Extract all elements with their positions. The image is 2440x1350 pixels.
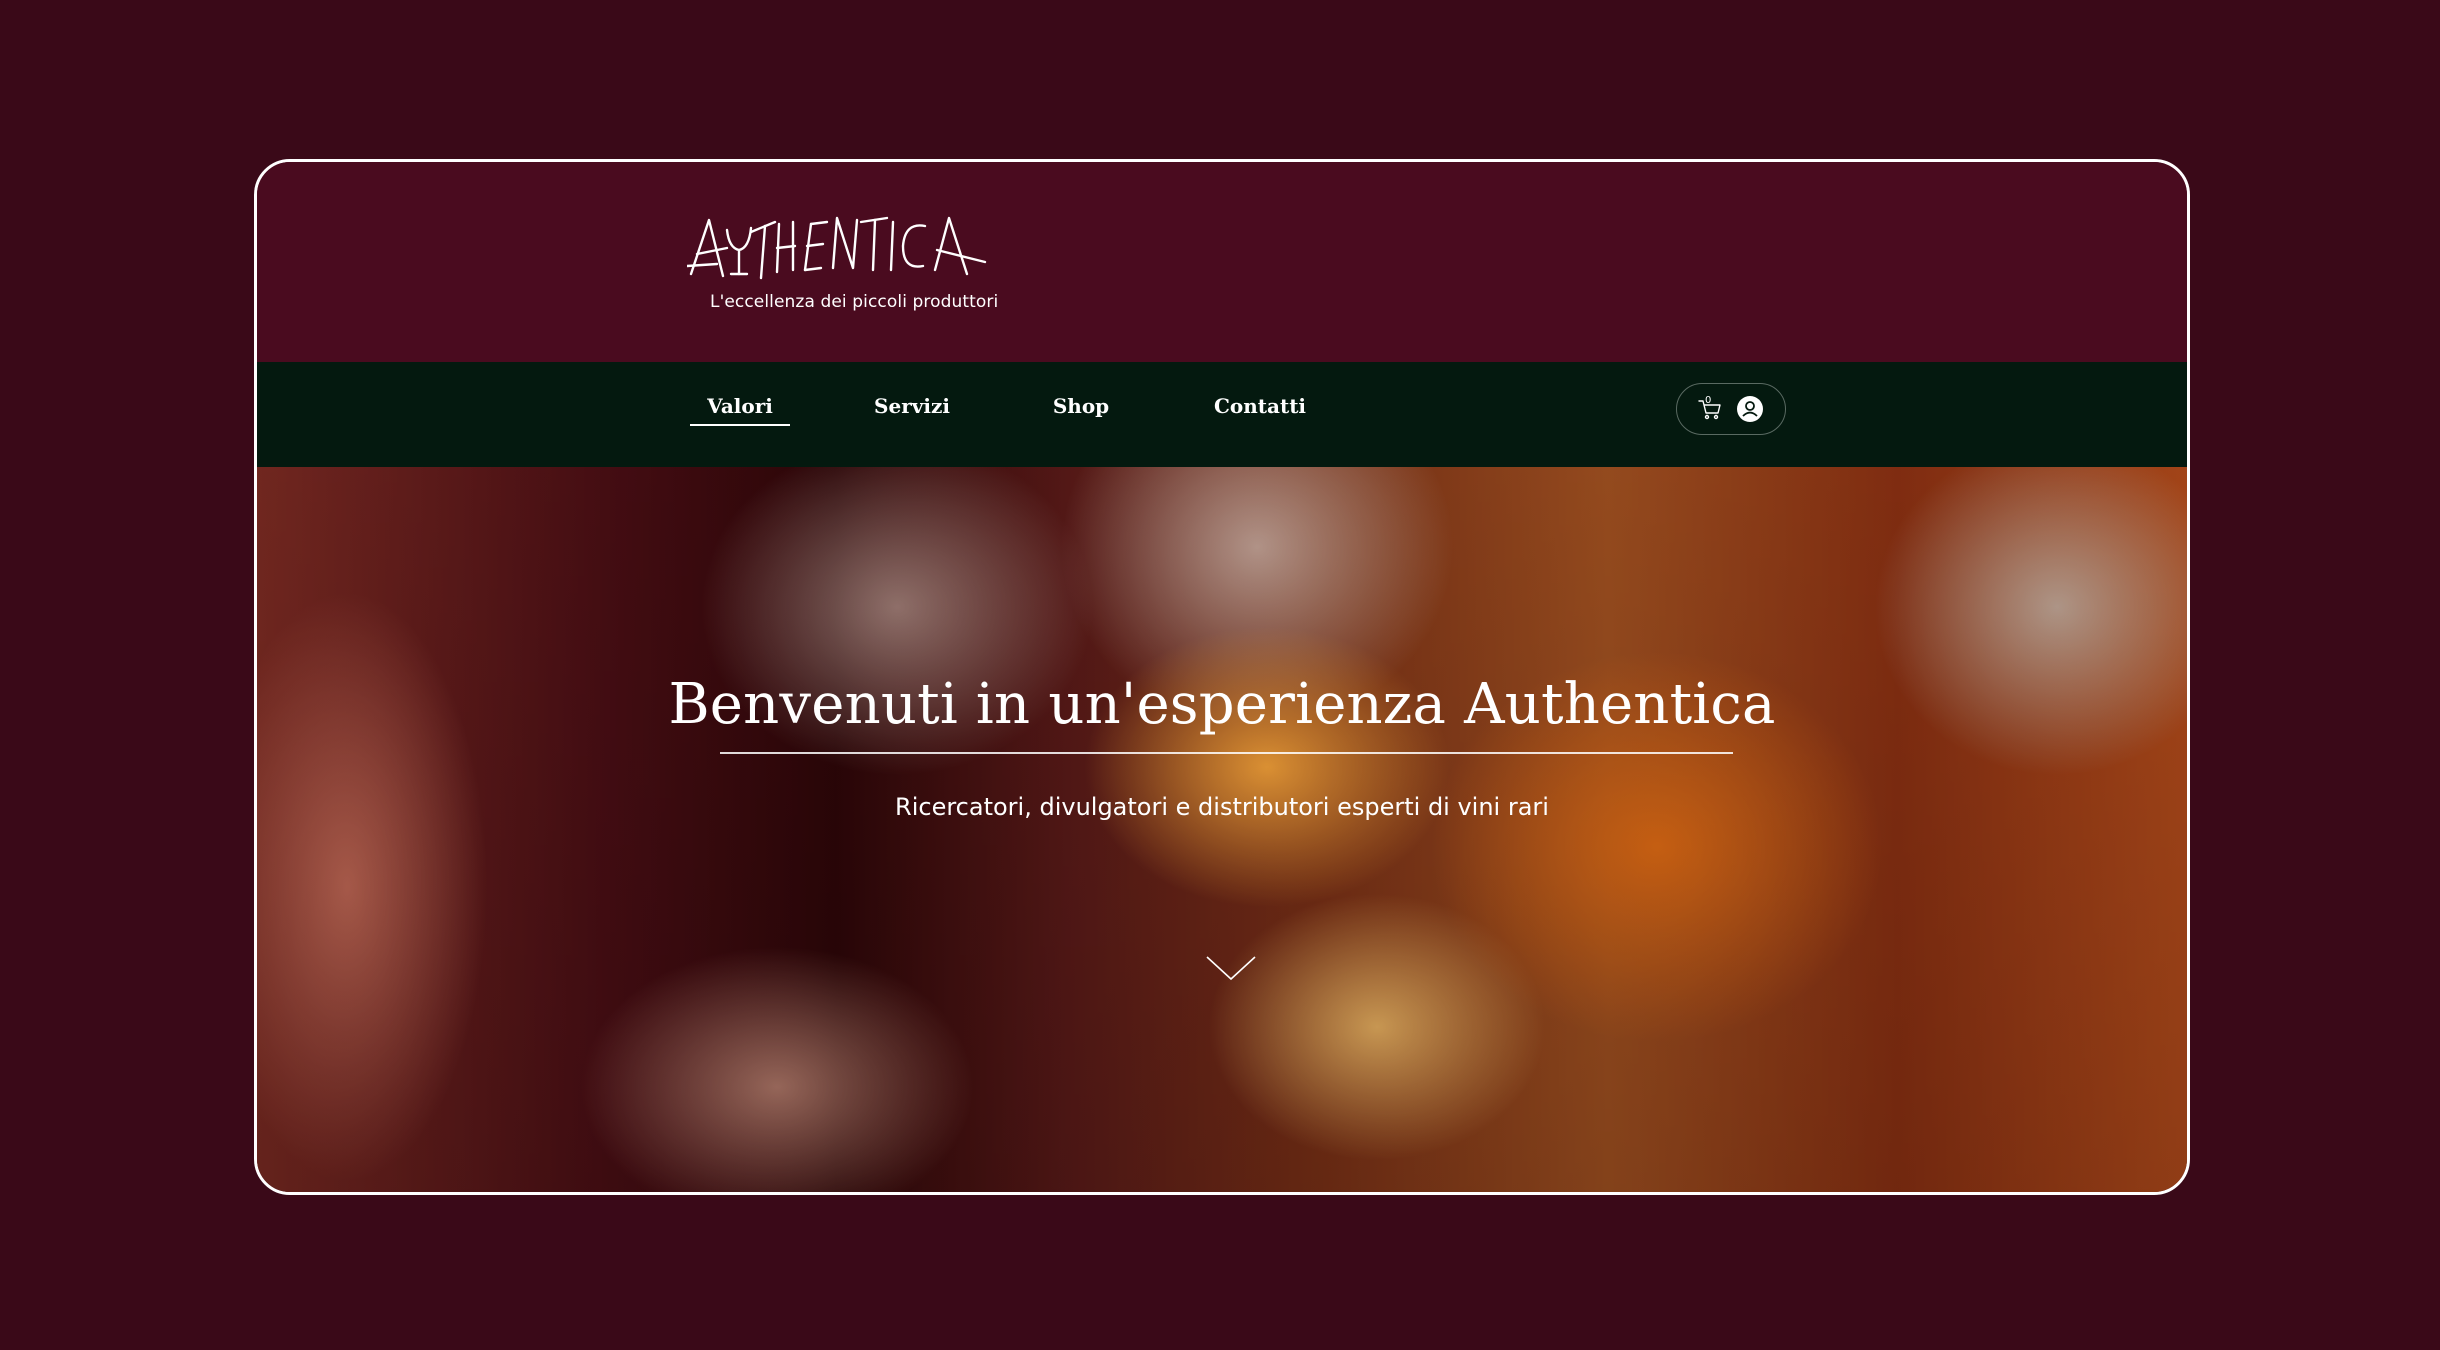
site-header: L'eccellenza dei piccoli produttori <box>257 162 2187 362</box>
account-cart-pill: 0 <box>1676 383 1786 435</box>
nav-item-valori[interactable]: Valori <box>690 392 790 428</box>
brand-logo[interactable]: L'eccellenza dei piccoli produttori <box>687 208 999 318</box>
user-icon[interactable] <box>1737 396 1763 422</box>
hero-subtitle: Ricercatori, divulgatori e distributori … <box>895 793 1549 821</box>
brand-tagline: L'eccellenza dei piccoli produttori <box>710 292 999 312</box>
hero-background-image <box>257 467 2187 1192</box>
nav-item-shop[interactable]: Shop <box>1031 392 1131 428</box>
chevron-down-icon[interactable] <box>1205 953 1257 983</box>
cart-icon[interactable]: 0 <box>1697 395 1723 422</box>
cart-count: 0 <box>1705 395 1712 406</box>
hero-divider <box>720 752 1733 754</box>
nav-item-servizi[interactable]: Servizi <box>862 392 962 428</box>
hero-title: Benvenuti in un'esperienza Authentica <box>668 672 1776 737</box>
logo-wordmark <box>687 216 987 280</box>
main-navigation: Valori Servizi Shop Contatti 0 <box>257 362 2187 467</box>
hero-section: Benvenuti in un'esperienza Authentica Ri… <box>257 467 2187 1192</box>
nav-item-contatti[interactable]: Contatti <box>1205 392 1315 428</box>
site-window: L'eccellenza dei piccoli produttori Valo… <box>254 159 2190 1195</box>
